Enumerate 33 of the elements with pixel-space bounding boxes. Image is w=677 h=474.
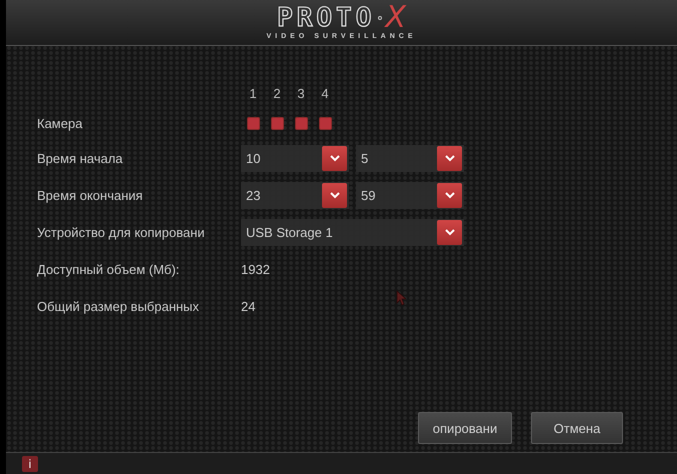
- camera-checkbox[interactable]: [294, 116, 308, 130]
- time-dropdown[interactable]: 59: [356, 182, 464, 209]
- chevron-down-icon: [444, 155, 454, 162]
- channel-number: 1: [248, 86, 258, 103]
- camera-checkbox[interactable]: [318, 116, 332, 130]
- chevron-down-icon: [330, 192, 340, 199]
- field-label: Устройство для копировани: [37, 225, 206, 240]
- field-label: Общий размер выбранных: [37, 299, 200, 314]
- camera-checkbox[interactable]: [270, 116, 284, 130]
- field-value: 24: [241, 299, 256, 314]
- channel-number: 3: [296, 86, 306, 103]
- camera-checkbox[interactable]: [246, 116, 260, 130]
- field-label: Доступный объем (Мб):: [37, 262, 180, 277]
- field-label: Время окончания: [37, 188, 144, 203]
- dot-icon: [378, 16, 382, 20]
- dialog-button[interactable]: Отмена: [531, 412, 623, 444]
- chevron-down-icon: [330, 155, 340, 162]
- field-label: Время начала: [37, 151, 124, 166]
- logo-mark: X: [385, 4, 406, 32]
- time-dropdown[interactable]: 23: [241, 182, 349, 209]
- logo-text: PROTO: [277, 4, 376, 32]
- info-icon[interactable]: i: [22, 456, 38, 472]
- device-dropdown[interactable]: USB Storage 1: [241, 219, 464, 246]
- pointer-cursor-icon: [396, 290, 406, 306]
- field-value: 1932: [241, 262, 270, 277]
- chevron-down-icon: [444, 229, 454, 236]
- chevron-down-icon: [444, 192, 454, 199]
- channel-number: 2: [272, 86, 282, 103]
- field-label: Камера: [37, 116, 84, 130]
- time-dropdown[interactable]: 5: [356, 145, 464, 172]
- dialog-button[interactable]: опировани: [418, 412, 512, 444]
- channel-number: 4: [320, 86, 330, 103]
- time-dropdown[interactable]: 10: [241, 145, 349, 172]
